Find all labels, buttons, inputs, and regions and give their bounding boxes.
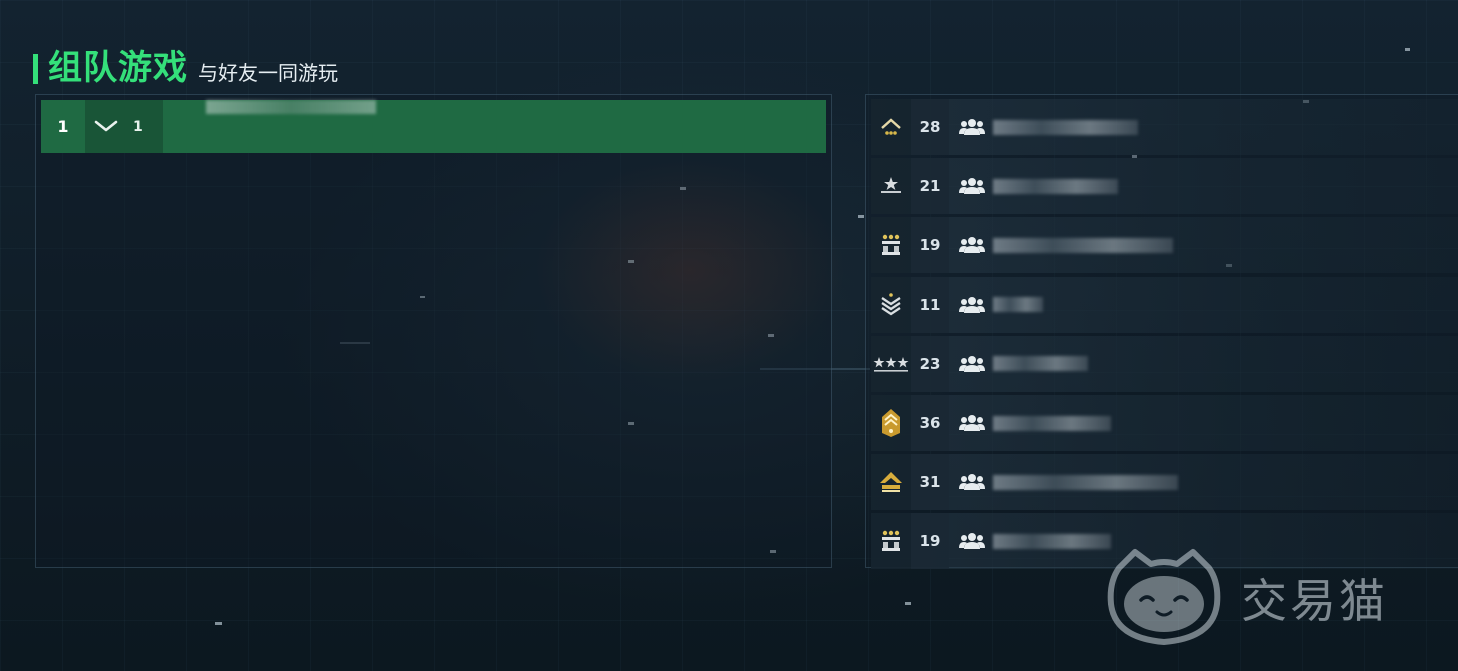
party-members-icon: [959, 236, 985, 254]
header-accent-bar: [33, 54, 38, 84]
player-level: 31: [911, 454, 949, 511]
player-name-redacted: [993, 474, 1178, 490]
rank-triple-chevron-icon: [871, 276, 911, 333]
background-speck: [858, 215, 864, 218]
player-name-redacted: [993, 415, 1111, 431]
party-members-icon: [959, 355, 985, 373]
player-level: 11: [911, 276, 949, 333]
party-members-icon: [959, 414, 985, 432]
player-name-redacted: [993, 533, 1111, 549]
player-list-panel: 28 21 19 11 23 36 31 19: [865, 94, 1458, 570]
background-speck: [215, 622, 222, 625]
player-row[interactable]: 19: [871, 217, 1458, 274]
rank-star-bar-icon: [871, 158, 911, 215]
player-level: 36: [911, 395, 949, 451]
rank-three-dots-bars-icon: [871, 513, 911, 570]
section-header: 组队游戏 与好友一同游玩: [33, 44, 338, 90]
page-title: 组队游戏: [48, 48, 188, 88]
player-row[interactable]: 23: [871, 335, 1458, 392]
chevron-down-icon: [91, 114, 121, 139]
player-row[interactable]: 31: [871, 454, 1458, 511]
party-members-icon: [959, 296, 985, 314]
team-list-panel: 1 1: [35, 94, 832, 568]
player-name-redacted: [993, 178, 1118, 194]
watermark-text: 交易猫: [1241, 574, 1388, 628]
game-screen: 组队游戏 与好友一同游玩 1 1 2821191123363119: [0, 0, 1458, 671]
player-row[interactable]: 28: [871, 99, 1458, 155]
team-index: 1: [57, 117, 69, 136]
player-row[interactable]: 21: [871, 158, 1458, 215]
rank-three-stars-icon: [871, 335, 911, 392]
watermark: 交易猫: [1105, 548, 1388, 648]
rank-three-dots-bars-icon: [871, 217, 911, 274]
rank-chevron-stars-icon: [871, 99, 911, 155]
player-row[interactable]: 11: [871, 276, 1458, 333]
cat-logo-icon: [1107, 549, 1221, 645]
player-level: 21: [911, 158, 949, 215]
player-level: 19: [911, 217, 949, 274]
player-name-redacted: [993, 237, 1173, 253]
background-speck: [905, 602, 911, 605]
party-members-icon: [959, 532, 985, 550]
party-members-icon: [959, 118, 985, 136]
player-name-redacted: [993, 356, 1088, 372]
player-level: 23: [911, 335, 949, 392]
player-level: 28: [911, 99, 949, 155]
player-level: 19: [911, 513, 949, 570]
page-subtitle: 与好友一同游玩: [198, 61, 338, 85]
background-speck: [1405, 48, 1410, 51]
rank-gold-chevron-icon: [871, 395, 911, 451]
player-name-redacted: [993, 119, 1138, 135]
team-expand-toggle[interactable]: 1: [85, 100, 163, 153]
party-members-icon: [959, 177, 985, 195]
party-members-icon: [959, 473, 985, 491]
team-row[interactable]: 1 1: [41, 100, 826, 153]
player-row[interactable]: 36: [871, 395, 1458, 451]
player-name-redacted: [993, 297, 1043, 313]
team-member-count: 1: [133, 118, 143, 135]
rank-gold-arrow-icon: [871, 454, 911, 511]
team-name-redacted: [206, 100, 376, 114]
